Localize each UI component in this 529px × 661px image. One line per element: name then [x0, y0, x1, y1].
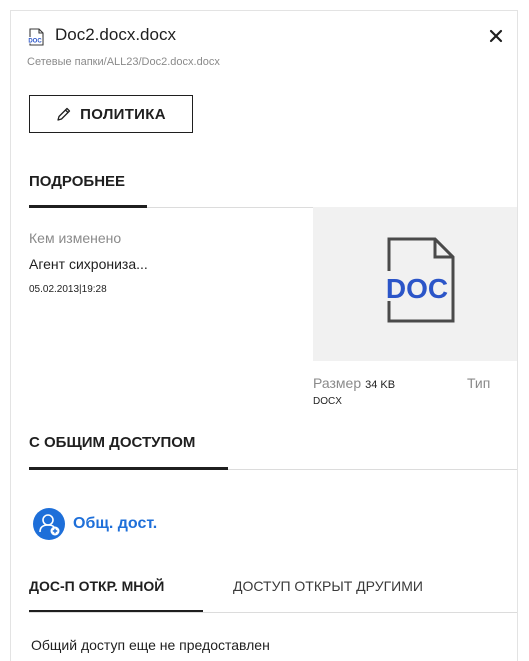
share-button-label: Общ. дост. [73, 515, 158, 532]
add-user-icon [33, 508, 65, 540]
empty-share-message: Общий доступ еще не предоставлен [31, 637, 270, 653]
tab-shared-by-me[interactable]: ДОС-П ОТКР. МНОЙ [29, 578, 164, 594]
file-path[interactable]: Сетевые папки/ALL23/Doc2.docx.docx [27, 56, 220, 68]
sharing-section-title[interactable]: С ОБЩИМ ДОСТУПОМ [29, 434, 195, 451]
file-title: Doc2.docx.docx [55, 25, 176, 44]
size-value: 34 KB [365, 379, 396, 391]
file-details-panel: DOC Doc2.docx.docx Сетевые папки/ALL23/D… [10, 10, 518, 661]
doc-file-icon: DOC [27, 28, 44, 46]
sharing-active-underline [29, 467, 228, 470]
policy-button-label: ПОЛИТИКА [80, 105, 166, 123]
doc-preview-icon: DOC [383, 237, 455, 323]
details-active-underline [29, 205, 147, 208]
type-value: DOCX [313, 396, 342, 407]
pencil-icon [57, 107, 71, 121]
details-section-title[interactable]: ПОДРОБНЕЕ [29, 173, 125, 190]
close-icon[interactable] [487, 27, 505, 45]
modified-by-value: Агент сихрониза... [29, 256, 148, 272]
tabs-divider [29, 612, 517, 613]
modified-by-label: Кем изменено [29, 230, 122, 246]
size-label: Размер [313, 375, 362, 391]
tab-shared-by-others[interactable]: ДОСТУП ОТКРЫТ ДРУГИМИ [233, 578, 423, 594]
type-label: Тип [467, 375, 491, 391]
panel-header: DOC Doc2.docx.docx Сетевые папки/ALL23/D… [11, 11, 517, 81]
file-icon-text: DOC [28, 39, 42, 45]
file-preview: DOC [313, 207, 517, 361]
modified-date: 05.02.2013|19:28 [29, 284, 107, 295]
policy-button[interactable]: ПОЛИТИКА [29, 95, 193, 133]
preview-doc-text: DOC [386, 273, 448, 304]
share-button[interactable]: Общ. дост. [33, 508, 157, 540]
size-field: Размер 34 KB [313, 375, 395, 391]
